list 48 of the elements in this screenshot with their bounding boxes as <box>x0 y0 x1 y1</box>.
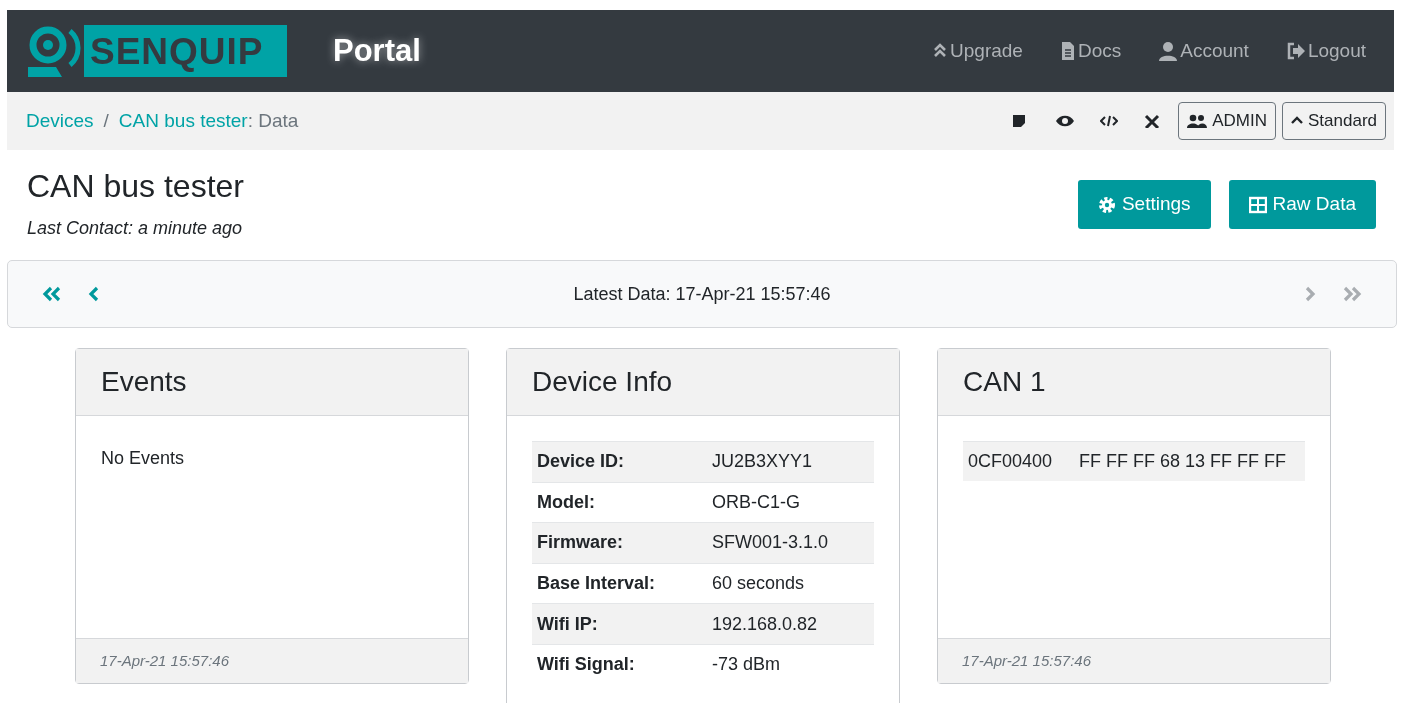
empty-message: No Events <box>101 447 186 470</box>
card-title: Device Info <box>532 365 673 399</box>
breadcrumb-separator: / <box>103 108 109 133</box>
table-icon <box>1248 195 1267 214</box>
table-cell-text: JU2B3XYY1 <box>712 450 813 474</box>
breadcrumb-current: : Data <box>247 108 299 133</box>
table-cell-text: Model: <box>537 490 596 514</box>
breadcrumb-link[interactable]: Devices <box>26 106 94 136</box>
table-cell-text: 192.168.0.82 <box>712 612 818 636</box>
nav-link[interactable]: Docs <box>1060 36 1122 66</box>
toolbar-button[interactable]: ADMIN <box>1178 102 1276 140</box>
logo[interactable]: SENQUIP <box>26 25 287 77</box>
table-cell-text: SFW001-3.1.0 <box>712 531 829 555</box>
table-cell-text: ORB-C1-G <box>712 490 800 514</box>
page-title: CAN bus tester <box>27 170 244 202</box>
table-cell-text: 0CF00400 <box>968 450 1054 473</box>
users-icon <box>1187 114 1208 128</box>
code-icon <box>1099 114 1118 128</box>
gear-icon <box>1097 195 1116 214</box>
table-cell-text: FF FF FF 68 13 FF FF FF <box>1079 450 1286 473</box>
card-title: CAN 1 <box>963 365 1046 399</box>
nav-link[interactable]: Account <box>1159 36 1249 66</box>
document-icon <box>1060 41 1075 61</box>
table-cell-text: Base Interval: <box>537 572 657 596</box>
previous-icon[interactable] <box>88 286 100 302</box>
timestamp-text: 17-Apr-21 15:57:46 <box>962 650 1091 671</box>
nav-link[interactable]: Logout <box>1286 36 1366 66</box>
latest-data-text: Latest Data: 17-Apr-21 15:57:46 <box>572 282 832 306</box>
table-cell-text: Device ID: <box>537 450 626 474</box>
sign-out-icon <box>1286 41 1305 61</box>
logo-text: SENQUIP <box>90 32 264 70</box>
user-icon <box>1159 41 1178 61</box>
table-cell-text: Wifi IP: <box>537 612 599 636</box>
breadcrumb-link[interactable]: CAN bus tester <box>118 106 248 136</box>
table-cell-text: Wifi Signal: <box>537 653 636 677</box>
eye-icon <box>1055 114 1074 128</box>
table-cell-text: -73 dBm <box>712 653 781 677</box>
action-button[interactable]: Settings <box>1077 180 1211 229</box>
nav-link[interactable]: Upgrade <box>933 36 1023 66</box>
action-button[interactable]: Raw Data <box>1228 180 1376 229</box>
toolbar-button[interactable]: Standard <box>1282 102 1386 140</box>
timestamp-text: 17-Apr-21 15:57:46 <box>100 650 229 671</box>
card-title: Events <box>101 365 187 399</box>
table-cell-text: 60 seconds <box>712 572 805 596</box>
first-page-icon[interactable] <box>42 286 62 302</box>
last-contact-text: Last Contact: a minute ago <box>27 217 244 240</box>
app-title: Portal <box>333 31 421 70</box>
table-cell-text: Firmware: <box>537 531 625 555</box>
